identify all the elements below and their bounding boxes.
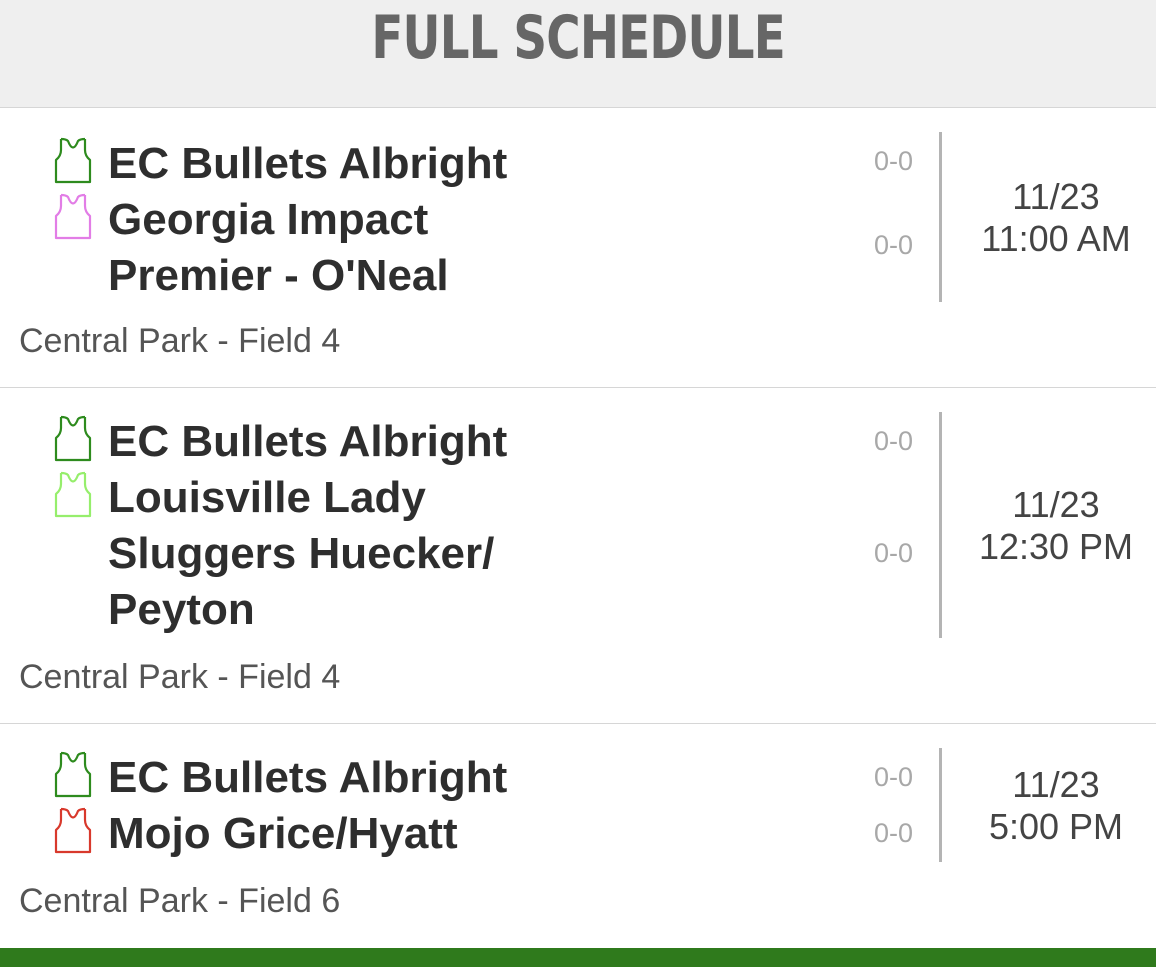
divider xyxy=(939,412,942,638)
team-score: 0-0 xyxy=(874,818,914,848)
footer-bar xyxy=(0,948,1156,967)
jersey-icon xyxy=(54,137,92,184)
team-score: 0-0 xyxy=(874,230,914,260)
jersey-icon xyxy=(54,193,92,240)
team-row-home: EC Bullets Albright xyxy=(52,414,548,470)
team-row-home: EC Bullets Albright xyxy=(52,136,548,192)
game-card[interactable]: EC Bullets Albright Mojo Grice/Hyatt 0-0… xyxy=(0,724,1156,948)
game-location: Central Park - Field 4 xyxy=(19,322,341,360)
page-title: FULL SCHEDULE xyxy=(371,2,785,73)
team-score: 0-0 xyxy=(874,426,914,456)
team-row-away: Georgia Impact Premier - O'Neal xyxy=(52,192,548,304)
game-time: 11:00 AM xyxy=(981,218,1131,259)
game-date: 11/23 xyxy=(1012,764,1100,805)
game-datetime: 11/23 12:30 PM xyxy=(960,484,1152,568)
team-name: Louisville Lady Sluggers Huecker/ Peyton xyxy=(108,473,495,634)
jersey-icon xyxy=(54,751,92,798)
team-score: 0-0 xyxy=(874,538,914,568)
game-location: Central Park - Field 6 xyxy=(19,882,341,920)
team-name: EC Bullets Albright xyxy=(108,417,508,466)
team-row-away: Mojo Grice/Hyatt xyxy=(52,806,548,862)
team-row-home: EC Bullets Albright xyxy=(52,750,548,806)
team-row-away: Louisville Lady Sluggers Huecker/ Peyton xyxy=(52,470,548,638)
game-datetime: 11/23 11:00 AM xyxy=(960,176,1152,260)
jersey-icon xyxy=(54,415,92,462)
team-name: Georgia Impact Premier - O'Neal xyxy=(108,195,449,300)
game-card[interactable]: EC Bullets Albright Louisville Lady Slug… xyxy=(0,388,1156,724)
game-card[interactable]: EC Bullets Albright Georgia Impact Premi… xyxy=(0,108,1156,388)
team-name: Mojo Grice/Hyatt xyxy=(108,809,458,858)
team-score: 0-0 xyxy=(874,762,914,792)
game-datetime: 11/23 5:00 PM xyxy=(960,764,1152,848)
game-date: 11/23 xyxy=(1012,176,1100,217)
divider xyxy=(939,748,942,862)
game-time: 12:30 PM xyxy=(978,526,1134,567)
jersey-icon xyxy=(54,471,92,518)
game-location: Central Park - Field 4 xyxy=(19,658,341,696)
jersey-icon xyxy=(54,807,92,854)
team-name: EC Bullets Albright xyxy=(108,753,508,802)
schedule-header: FULL SCHEDULE xyxy=(0,0,1156,108)
game-date: 11/23 xyxy=(1012,484,1100,525)
divider xyxy=(939,132,942,302)
game-time: 5:00 PM xyxy=(988,806,1124,847)
team-name: EC Bullets Albright xyxy=(108,139,508,188)
team-score: 0-0 xyxy=(874,146,914,176)
